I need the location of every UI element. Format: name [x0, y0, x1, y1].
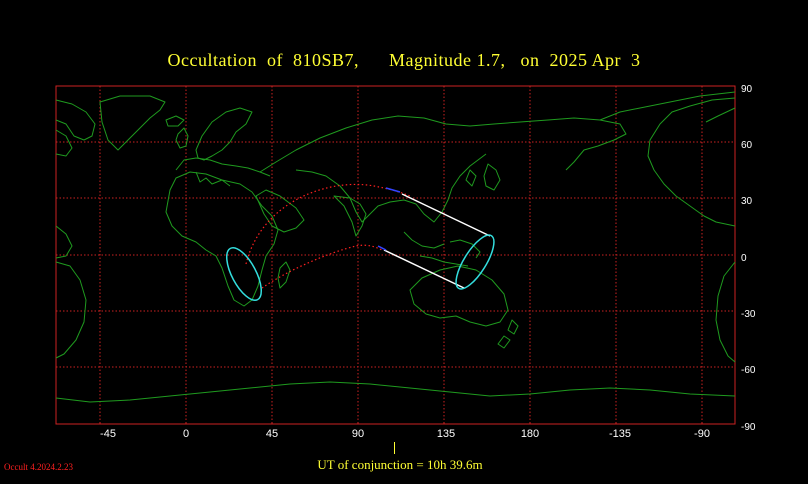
occultation-map — [55, 85, 736, 425]
x-tick-label: 135 — [436, 428, 456, 440]
x-tick-label: -90 — [694, 428, 710, 440]
y-tick-label: 0 — [741, 253, 747, 264]
y-tick-label: 30 — [741, 196, 753, 207]
version-label: Occult 4.2024.2.23 — [4, 462, 73, 472]
x-tick-label: 90 — [351, 428, 365, 440]
y-tick-label: -60 — [741, 365, 756, 376]
x-tick-label: 45 — [265, 428, 279, 440]
y-tick-label: 60 — [741, 140, 753, 151]
x-tick-label: 180 — [520, 428, 540, 440]
north-limit-line — [401, 193, 491, 237]
conjunction-time: UT of conjunction = 10h 39.6m — [317, 457, 483, 472]
x-tick-label: -135 — [608, 428, 632, 440]
y-tick-label: 90 — [741, 84, 753, 95]
south-limit-line — [383, 249, 465, 289]
x-tick-label: -45 — [100, 428, 116, 440]
south-limit-path — [261, 244, 383, 289]
conjunction-tick — [394, 442, 395, 454]
coastlines — [55, 91, 736, 403]
y-tick-label: -30 — [741, 309, 756, 320]
shadow-outline-east — [455, 234, 495, 290]
path-start-marker — [385, 187, 401, 193]
path-start-marker-south — [377, 245, 387, 251]
y-tick-label: -90 — [741, 422, 756, 433]
x-tick-label: 0 — [182, 428, 190, 440]
